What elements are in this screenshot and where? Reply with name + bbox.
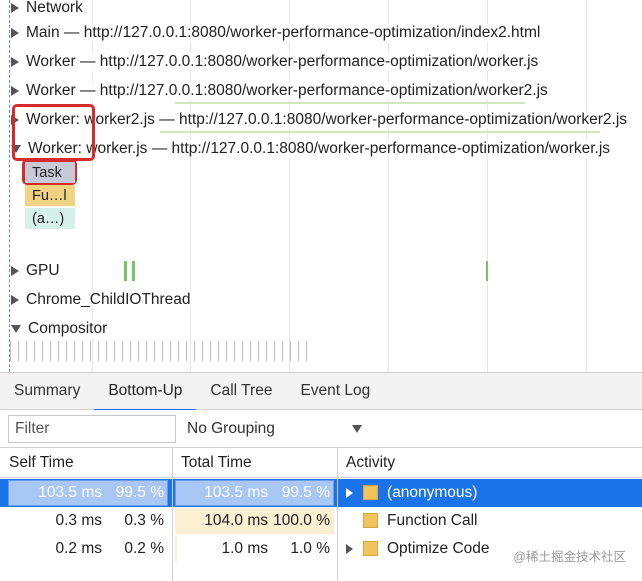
- grouping-select[interactable]: No Grouping: [187, 415, 377, 443]
- filter-input[interactable]: [8, 415, 176, 443]
- expand-arrow-icon[interactable]: [11, 27, 19, 38]
- track-label: Main — http://127.0.0.1:8080/worker-perf…: [26, 23, 543, 42]
- self-time-value: 0.3 ms: [55, 512, 102, 529]
- expand-arrow-icon[interactable]: [346, 544, 353, 554]
- highlight-box: [12, 104, 95, 161]
- total-time-percent: 99.5 %: [281, 484, 330, 501]
- self-time-value: 103.5 ms: [38, 484, 102, 501]
- gpu-event[interactable]: [124, 261, 127, 281]
- self-time-value: 0.2 ms: [55, 540, 102, 557]
- grouping-value: No Grouping: [187, 420, 275, 437]
- track-worker2[interactable]: Worker — http://127.0.0.1:8080/worker-pe…: [0, 76, 550, 105]
- total-time-value: 104.0 ms: [204, 512, 268, 529]
- track-label: Worker: worker.js — http://127.0.0.1:808…: [28, 139, 613, 158]
- track-compositor[interactable]: Compositor: [0, 314, 110, 343]
- track-worker[interactable]: Worker — http://127.0.0.1:8080/worker-pe…: [0, 47, 541, 76]
- column-header-total-time[interactable]: Total Time: [172, 448, 337, 478]
- expand-arrow-icon[interactable]: [11, 2, 19, 13]
- track-label: GPU: [26, 261, 62, 280]
- watermark: @稀土掘金技术社区: [513, 550, 626, 564]
- compositor-events[interactable]: [10, 341, 310, 361]
- track-label: Worker — http://127.0.0.1:8080/worker-pe…: [26, 52, 541, 71]
- flame-anonymous[interactable]: (a…): [25, 208, 75, 229]
- filter-toolbar: No Grouping: [0, 410, 642, 448]
- expand-arrow-icon[interactable]: [346, 488, 353, 498]
- track-label: Chrome_ChildIOThread: [26, 290, 193, 309]
- column-divider[interactable]: [172, 448, 173, 581]
- self-time-percent: 0.2 %: [124, 540, 164, 557]
- chevron-down-icon: [352, 425, 362, 433]
- activity-name: (anonymous): [387, 484, 478, 501]
- expand-arrow-icon[interactable]: [11, 85, 19, 96]
- category-swatch-icon: [363, 485, 378, 500]
- expand-arrow-icon[interactable]: [11, 294, 19, 305]
- track-label: Worker: worker2.js — http://127.0.0.1:80…: [26, 110, 630, 129]
- tab-event-log[interactable]: Event Log: [286, 373, 384, 410]
- panel-tabs: Summary Bottom-Up Call Tree Event Log: [0, 373, 642, 411]
- track-label: Worker — http://127.0.0.1:8080/worker-pe…: [26, 81, 550, 100]
- collapse-arrow-icon[interactable]: [11, 324, 21, 333]
- details-panel: Summary Bottom-Up Call Tree Event Log No…: [0, 372, 642, 581]
- expand-arrow-icon[interactable]: [11, 56, 19, 67]
- timeline-flame-chart[interactable]: Network Main — http://127.0.0.1:8080/wor…: [0, 0, 642, 372]
- table-row[interactable]: 0.3 ms 0.3 % 104.0 ms 100.0 % Function C…: [0, 507, 642, 535]
- activity-name: Optimize Code: [387, 540, 490, 557]
- track-main[interactable]: Main — http://127.0.0.1:8080/worker-perf…: [0, 18, 543, 47]
- flame-task[interactable]: Task: [25, 162, 75, 183]
- column-header-activity[interactable]: Activity: [337, 448, 642, 478]
- grid-line: [586, 0, 587, 372]
- tab-call-tree[interactable]: Call Tree: [196, 373, 286, 410]
- table-row[interactable]: 103.5 ms 99.5 % 103.5 ms 99.5 % (anonymo…: [0, 479, 642, 507]
- gpu-event[interactable]: [486, 261, 488, 281]
- track-gpu[interactable]: GPU: [0, 256, 62, 285]
- category-swatch-icon: [363, 513, 378, 528]
- column-header-self-time[interactable]: Self Time: [0, 448, 172, 478]
- total-time-percent: 100.0 %: [273, 512, 330, 529]
- total-time-value: 1.0 ms: [221, 540, 268, 557]
- tab-summary[interactable]: Summary: [0, 373, 94, 410]
- self-time-percent: 0.3 %: [124, 512, 164, 529]
- tab-bottom-up[interactable]: Bottom-Up: [94, 373, 197, 411]
- expand-arrow-icon[interactable]: [11, 265, 19, 276]
- track-chrome-childiothread[interactable]: Chrome_ChildIOThread: [0, 285, 193, 314]
- track-label: Network: [26, 0, 85, 17]
- gpu-event[interactable]: [132, 261, 135, 281]
- activity-name: Function Call: [387, 512, 478, 529]
- self-time-percent: 99.5 %: [115, 484, 164, 501]
- category-swatch-icon: [363, 541, 378, 556]
- total-time-percent: 1.0 %: [290, 540, 330, 557]
- table-header: Self Time Total Time Activity: [0, 448, 642, 478]
- column-divider[interactable]: [337, 448, 338, 581]
- total-time-value: 103.5 ms: [204, 484, 268, 501]
- flame-function-call[interactable]: Fu…l: [25, 185, 75, 206]
- track-label: Compositor: [28, 319, 110, 338]
